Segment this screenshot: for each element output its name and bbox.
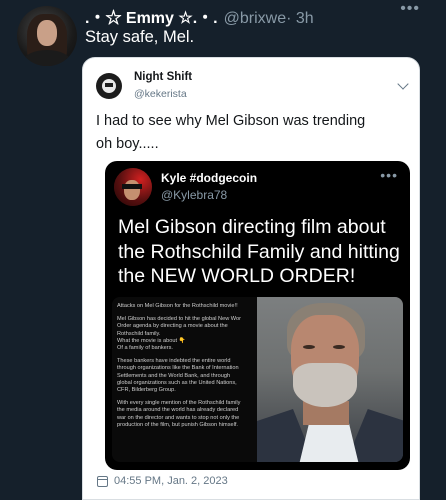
quoted-text-line-1: I had to see why Mel Gibson was trending: [96, 113, 366, 129]
quoted-text-line-2: oh boy.....: [96, 136, 159, 152]
quoted-avatar[interactable]: [96, 73, 122, 99]
quoted-tweet-card[interactable]: Night Shift @kekerista I had to see why …: [82, 57, 420, 500]
embedded-display-name: Kyle #dodgecoin: [161, 171, 258, 185]
user-handle[interactable]: @brixwe: [224, 10, 286, 27]
embedded-handle: @Kylebra78: [161, 188, 228, 202]
quoted-tweet-text: I had to see why Mel Gibson was trending…: [96, 110, 396, 156]
more-options-icon[interactable]: •••: [400, 0, 420, 18]
portrait-photo: [257, 297, 403, 462]
display-name[interactable]: .・☆ Emmy ☆.・.: [85, 10, 218, 27]
user-avatar[interactable]: [17, 6, 77, 66]
embedded-avatar: [114, 168, 152, 206]
tweet-header: .・☆ Emmy ☆.・. @brixwe· 3h: [85, 4, 314, 28]
quoted-handle[interactable]: @kekerista: [134, 88, 187, 100]
chevron-down-icon[interactable]: [397, 78, 409, 90]
embedded-headline: Mel Gibson directing film about the Roth…: [118, 216, 400, 287]
avatar-face: [37, 20, 57, 46]
quoted-display-name[interactable]: Night Shift: [134, 71, 192, 83]
embedded-tweet-screenshot[interactable]: Kyle #dodgecoin @Kylebra78 ••• Mel Gibso…: [105, 161, 410, 470]
article-text-image: Attacks on Mel Gibson for the Rothschild…: [112, 297, 257, 462]
embedded-media: Attacks on Mel Gibson for the Rothschild…: [112, 297, 403, 462]
article-paragraph-1: Attacks on Mel Gibson for the Rothschild…: [117, 303, 238, 309]
article-paragraph-3: These bankers have indebted the entire w…: [117, 358, 239, 394]
tweet-time[interactable]: · 3h: [286, 10, 314, 27]
article-paragraph-2: Mel Gibson has decided to hit the global…: [117, 316, 241, 352]
calendar-icon: [97, 475, 108, 487]
timestamp-text: 04:55 PM, Jan. 2, 2023: [114, 475, 228, 487]
tweet-text: Stay safe, Mel.: [85, 28, 195, 46]
quoted-timestamp: 04:55 PM, Jan. 2, 2023: [97, 475, 228, 487]
article-paragraph-4: With every single mention of the Rothsch…: [117, 400, 241, 428]
embedded-more-icon: •••: [380, 167, 398, 183]
